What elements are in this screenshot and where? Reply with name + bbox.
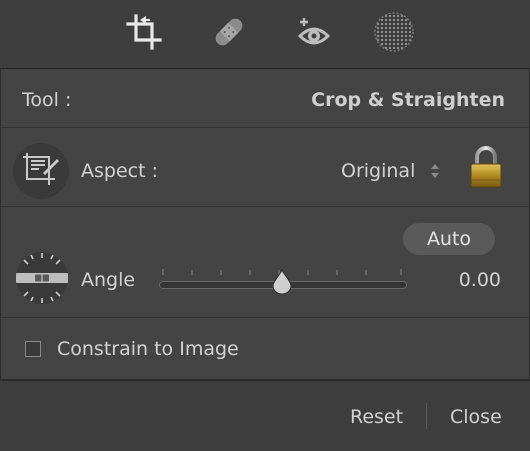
footer-separator [426, 403, 427, 429]
auto-button[interactable]: Auto [403, 223, 495, 255]
divider [1, 317, 529, 318]
graduated-filter-icon[interactable] [372, 10, 416, 54]
aspect-label: Aspect : [81, 160, 158, 182]
angle-value[interactable]: 0.00 [459, 269, 501, 291]
constrain-label[interactable]: Constrain to Image [57, 338, 239, 360]
red-eye-icon[interactable] [292, 10, 336, 54]
tool-name: Crop & Straighten [311, 89, 505, 111]
divider [1, 127, 529, 128]
lock-icon[interactable] [469, 145, 503, 189]
crop-icon[interactable] [122, 10, 166, 54]
slider-thumb[interactable] [271, 268, 293, 295]
reset-button[interactable]: Reset [350, 406, 403, 428]
crop-panel: Tool : Crop & Straighten Aspect : Origin… [0, 68, 530, 380]
angle-label: Angle [81, 269, 136, 291]
divider [1, 206, 529, 207]
bandage-icon[interactable] [207, 10, 251, 54]
chevron-updown-icon[interactable] [429, 161, 441, 181]
constrain-checkbox[interactable] [25, 341, 41, 357]
close-button[interactable]: Close [450, 406, 502, 428]
panel-footer: Reset Close [0, 380, 530, 451]
crop-frame-icon[interactable] [13, 143, 69, 199]
aspect-select[interactable]: Original [341, 160, 415, 182]
tool-strip [0, 0, 530, 68]
level-icon[interactable] [13, 249, 71, 307]
tool-label: Tool : [22, 89, 72, 111]
